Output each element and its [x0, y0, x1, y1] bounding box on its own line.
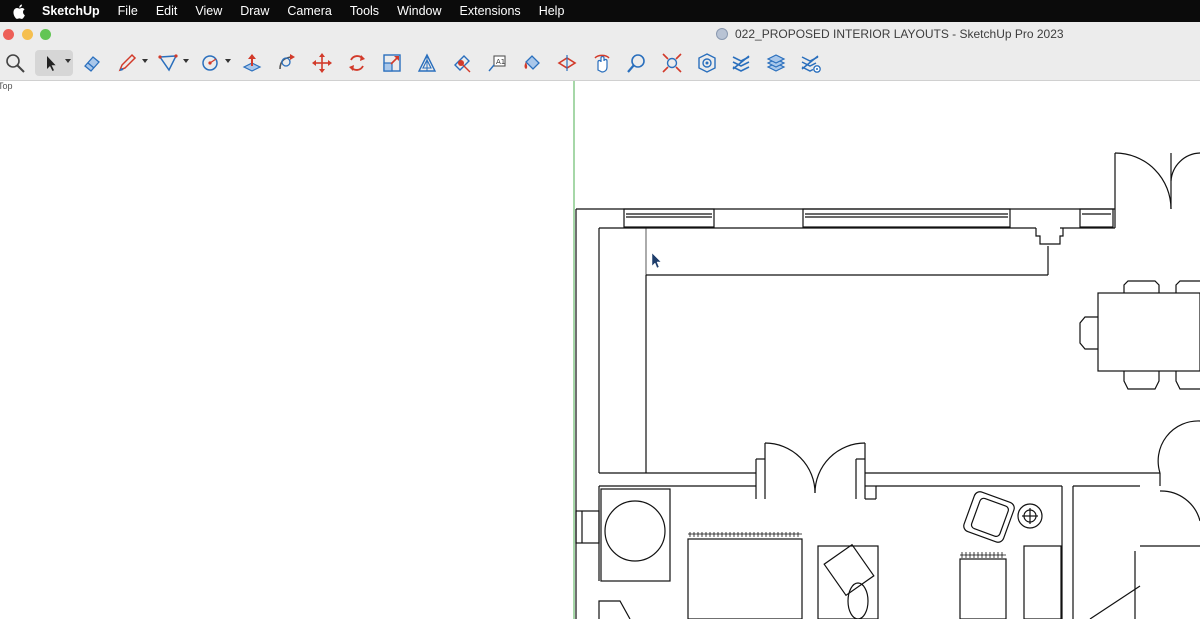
minimize-window-button[interactable] [22, 29, 33, 40]
menu-camera[interactable]: Camera [287, 4, 331, 18]
extension-manager-icon[interactable] [797, 50, 825, 76]
zoom-icon[interactable] [623, 50, 651, 76]
paint-bucket-icon[interactable] [518, 50, 546, 76]
pencil-dropdown-caret[interactable] [142, 59, 148, 63]
apple-icon[interactable] [12, 3, 26, 19]
eraser-icon[interactable] [78, 50, 106, 76]
maximize-window-button[interactable] [40, 29, 51, 40]
push-pull-icon[interactable] [238, 50, 266, 76]
rug-fringe [688, 532, 1006, 558]
follow-me-icon[interactable] [273, 50, 301, 76]
orbit-icon[interactable] [588, 50, 616, 76]
layout-icon[interactable] [762, 50, 790, 76]
menu-tools[interactable]: Tools [350, 4, 379, 18]
mouse-cursor-icon [651, 252, 662, 269]
document-icon [716, 28, 728, 40]
menu-help[interactable]: Help [539, 4, 565, 18]
window-title-text: 022_PROPOSED INTERIOR LAYOUTS - SketchUp… [735, 27, 1064, 41]
scale-icon[interactable] [378, 50, 406, 76]
model-viewport[interactable]: Top [0, 81, 1200, 619]
zoom-extents-icon[interactable] [658, 50, 686, 76]
title-bar: 022_PROPOSED INTERIOR LAYOUTS - SketchUp… [0, 22, 1200, 46]
shapes-dropdown-caret[interactable] [183, 59, 189, 63]
menu-draw[interactable]: Draw [240, 4, 269, 18]
menu-window[interactable]: Window [397, 4, 441, 18]
select-icon [47, 56, 56, 71]
pencil-icon[interactable] [113, 50, 141, 76]
arc-dropdown-caret[interactable] [225, 59, 231, 63]
section-plane-icon[interactable] [553, 50, 581, 76]
text-icon[interactable]: A1 [483, 50, 511, 76]
floor-plan-drawing[interactable] [0, 81, 1200, 619]
search-icon[interactable] [1, 50, 29, 76]
plan-walls [575, 152, 1200, 619]
menu-edit[interactable]: Edit [156, 4, 178, 18]
menu-view[interactable]: View [195, 4, 222, 18]
select-tool-button[interactable] [35, 50, 73, 76]
main-toolbar: A1 [0, 46, 1200, 81]
extension-warehouse-icon[interactable] [727, 50, 755, 76]
menu-bar: SketchUp File Edit View Draw Camera Tool… [0, 0, 1200, 22]
arc-icon[interactable] [196, 50, 224, 76]
window-title: 022_PROPOSED INTERIOR LAYOUTS - SketchUp… [716, 27, 1064, 41]
select-dropdown-caret[interactable] [65, 59, 71, 63]
tape-measure-icon[interactable] [448, 50, 476, 76]
move-icon[interactable] [308, 50, 336, 76]
close-window-button[interactable] [3, 29, 14, 40]
svg-text:A1: A1 [496, 58, 505, 66]
offset-icon[interactable] [413, 50, 441, 76]
menu-file[interactable]: File [118, 4, 138, 18]
menu-sketchup[interactable]: SketchUp [42, 4, 100, 18]
menu-extensions[interactable]: Extensions [460, 4, 521, 18]
shapes-icon[interactable] [154, 50, 182, 76]
rotate-icon[interactable] [343, 50, 371, 76]
warehouse-icon[interactable] [693, 50, 721, 76]
